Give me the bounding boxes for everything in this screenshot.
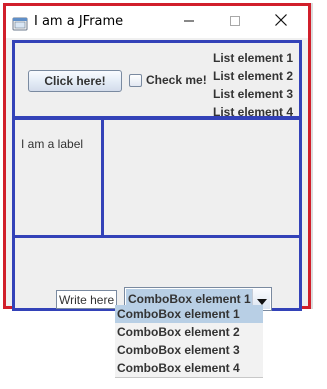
bottom-panel: ComboBox element 1 — [12, 235, 302, 311]
i-am-a-label: I am a label — [21, 137, 84, 151]
list-item[interactable]: List element 1 — [213, 49, 299, 67]
minimize-icon — [184, 15, 194, 30]
maximize-button[interactable] — [212, 6, 258, 38]
top-panel: Click here! Check me! List element 1 Lis… — [12, 40, 302, 119]
list-item[interactable]: List element 2 — [213, 67, 299, 85]
title-bar[interactable]: I am a JFrame — [6, 6, 308, 38]
frame-right-shadow — [311, 3, 313, 309]
list-item[interactable]: List element 3 — [213, 85, 299, 103]
left-panel: I am a label — [12, 117, 104, 239]
jframe-window: I am a JFrame Click here! Check me! List… — [3, 3, 311, 311]
combobox-popup-list: ComboBox element 1 ComboBox element 2 Co… — [115, 305, 263, 377]
combobox-option[interactable]: ComboBox element 3 — [115, 341, 263, 359]
java-app-icon — [12, 16, 28, 32]
minimize-button[interactable] — [166, 6, 212, 38]
write-here-textfield[interactable] — [56, 290, 117, 309]
close-icon — [275, 14, 287, 30]
combobox-option[interactable]: ComboBox element 2 — [115, 323, 263, 341]
window-title: I am a JFrame — [34, 14, 124, 29]
check-me-label[interactable]: Check me! — [146, 73, 207, 87]
combobox-option[interactable]: ComboBox element 1 — [115, 305, 263, 323]
click-here-button[interactable]: Click here! — [28, 70, 122, 92]
close-button[interactable] — [258, 6, 304, 38]
center-panel — [101, 117, 302, 239]
check-me-checkbox[interactable] — [129, 74, 142, 87]
maximize-icon — [230, 15, 240, 30]
jlist: List element 1 List element 2 List eleme… — [213, 49, 299, 121]
combobox-option[interactable]: ComboBox element 4 — [115, 359, 263, 377]
